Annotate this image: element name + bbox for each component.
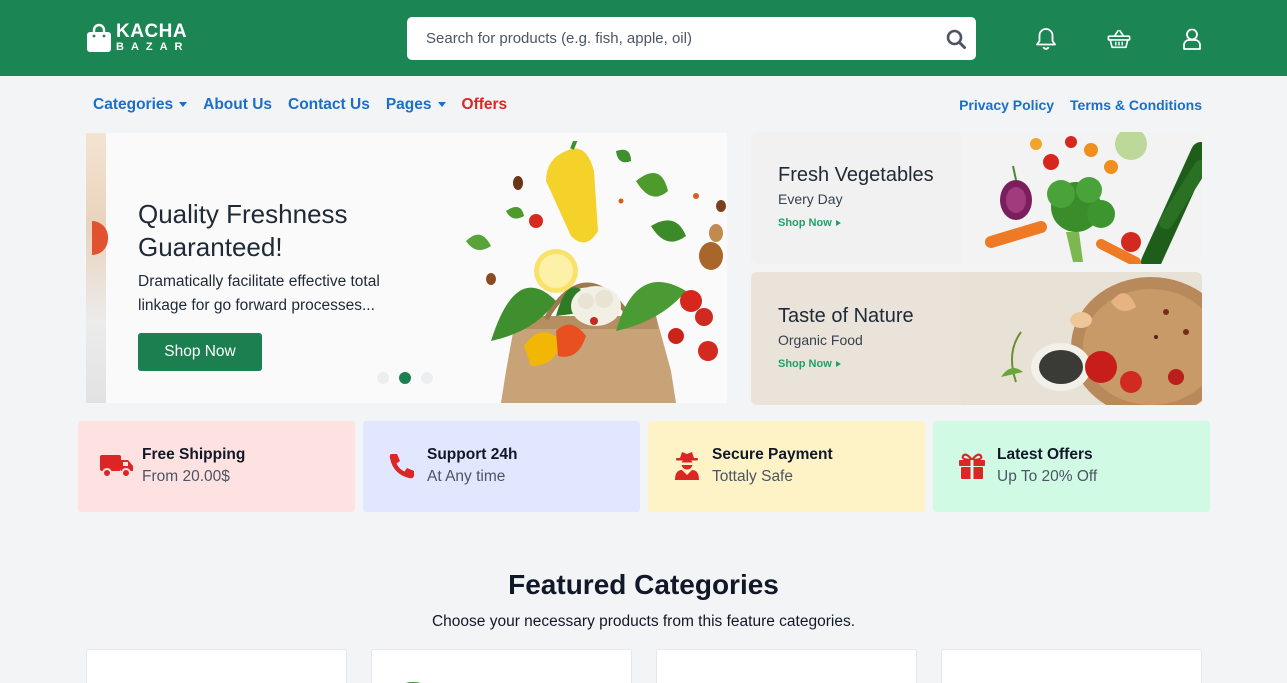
nav-offers[interactable]: Offers [462, 96, 508, 114]
category-card[interactable] [941, 649, 1202, 683]
play-arrow-icon [835, 220, 841, 226]
gift-icon [955, 451, 989, 481]
category-vegetables-icon [405, 682, 421, 683]
vegetables-image [961, 132, 1202, 264]
section-subtitle: Choose your necessary products from this… [431, 613, 855, 630]
search-icon [946, 29, 966, 49]
hero-shop-now-button[interactable]: Shop Now [138, 333, 262, 371]
category-fish-meat-icon [102, 666, 142, 683]
feature-subtitle: At Any time [427, 468, 506, 485]
promo-subtitle: Every Day [778, 191, 843, 207]
feature-subtitle: From 20.00$ [142, 468, 230, 485]
category-snacks-icon [672, 666, 712, 683]
carousel-pagination [377, 372, 443, 384]
cart-button[interactable] [1107, 27, 1131, 51]
feature-latest-offers: Latest Offers Up To 20% Off [933, 421, 1210, 512]
promo-banner-fresh-vegetables[interactable]: Fresh Vegetables Every Day Shop Now [751, 132, 1202, 264]
feature-subtitle: Up To 20% Off [997, 468, 1098, 485]
caret-down-icon [179, 101, 188, 107]
promo-banner-taste-of-nature[interactable]: Taste of Nature Organic Food Shop Now [751, 272, 1202, 405]
search-bar [407, 17, 976, 60]
promo-title: Fresh Vegetables [778, 164, 934, 186]
hero-description: Dramatically facilitate effective total … [138, 273, 380, 314]
promo-shop-now-link[interactable]: Shop Now [778, 217, 841, 229]
category-card[interactable] [371, 649, 632, 683]
shopping-bag-icon [86, 23, 112, 53]
organic-food-image [961, 272, 1202, 405]
vegetable-bag-image [466, 141, 726, 403]
nav-contact-us[interactable]: Contact Us [288, 96, 370, 114]
shopping-basket-icon [1107, 29, 1131, 49]
feature-free-shipping: Free Shipping From 20.00$ [78, 421, 355, 512]
nav-privacy-policy[interactable]: Privacy Policy [959, 97, 1054, 113]
bell-icon [1036, 28, 1056, 50]
brand-logo[interactable]: KACHA BAZAR [86, 22, 190, 53]
carousel-dot-1[interactable] [377, 372, 389, 384]
section-title: Featured Categories [508, 569, 779, 600]
nav-terms-conditions[interactable]: Terms & Conditions [1070, 97, 1202, 113]
feature-title: Secure Payment [712, 446, 833, 463]
brand-name: KACHA [116, 21, 188, 42]
user-icon [1183, 28, 1201, 50]
feature-title: Free Shipping [142, 446, 246, 463]
category-cooking-icon [957, 666, 997, 683]
nav-about-us[interactable]: About Us [203, 96, 272, 114]
search-button[interactable] [936, 17, 976, 60]
feature-support: Support 24h At Any time [363, 421, 640, 512]
feature-title: Support 24h [427, 446, 518, 463]
secondary-nav: Privacy Policy Terms & Conditions [943, 97, 1202, 113]
feature-secure-payment: Secure Payment Tottaly Safe [648, 421, 925, 512]
feature-title: Latest Offers [997, 446, 1093, 463]
notifications-button[interactable] [1034, 27, 1058, 51]
carousel-dot-2[interactable] [399, 372, 411, 384]
caret-down-icon [437, 101, 446, 107]
phone-icon [385, 451, 419, 481]
previous-slide-peek [86, 133, 108, 403]
hero-title: Quality Freshness Guaranteed! [138, 199, 348, 262]
nav-pages[interactable]: Pages [386, 96, 446, 114]
feature-subtitle: Tottaly Safe [712, 468, 793, 485]
user-secret-icon [670, 451, 704, 481]
brand-subname: BAZAR [116, 41, 190, 53]
play-arrow-icon [835, 361, 841, 367]
nav-categories[interactable]: Categories [93, 96, 188, 114]
truck-icon [100, 451, 134, 481]
promo-title: Taste of Nature [778, 305, 914, 327]
top-header: KACHA BAZAR [0, 0, 1287, 76]
main-nav: Categories About Us Contact Us Pages Off… [93, 96, 523, 114]
category-card[interactable] [86, 649, 347, 683]
category-card[interactable] [656, 649, 917, 683]
account-button[interactable] [1180, 27, 1204, 51]
promo-shop-now-link[interactable]: Shop Now [778, 358, 841, 370]
promo-subtitle: Organic Food [778, 332, 863, 348]
carousel-dot-3[interactable] [421, 372, 433, 384]
hero-carousel: Quality Freshness Guaranteed! Dramatical… [86, 133, 727, 403]
search-input[interactable] [407, 17, 936, 60]
